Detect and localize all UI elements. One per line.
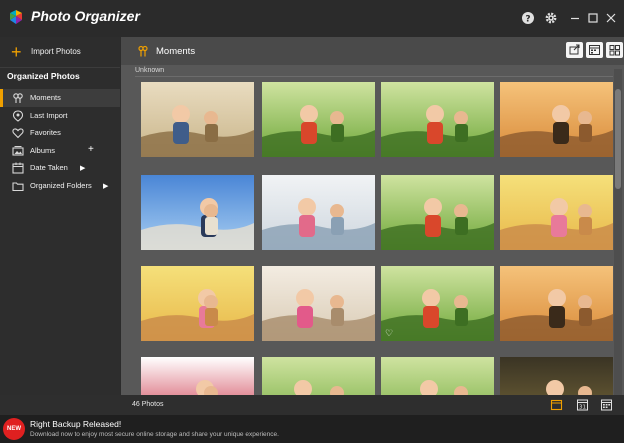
calendar-month-icon[interactable] (600, 398, 613, 411)
photo-thumbnail-father-son-bike[interactable] (500, 82, 613, 157)
scrollbar-thumb[interactable] (615, 89, 621, 189)
albums-icon (12, 145, 24, 157)
photo-thumbnail-group-with-flag[interactable] (141, 357, 254, 395)
sidebar-item-date-taken[interactable]: Date Taken ▶ (0, 159, 120, 177)
chevron-right-icon[interactable]: ▶ (80, 164, 85, 172)
calendar-view-icon[interactable] (586, 42, 603, 58)
sidebar-item-moments[interactable]: Moments (0, 89, 120, 107)
moments-view-icon[interactable] (550, 398, 563, 411)
status-bar: 46 Photos 31 (121, 395, 624, 415)
sidebar: + Import Photos Organized Photos Moments… (0, 37, 120, 395)
sidebar-item-label: Moments (30, 93, 61, 102)
photo-count: 46 Photos (132, 401, 164, 408)
photo-thumbnail-girl-balloons-pier[interactable] (262, 266, 375, 341)
sidebar-item-label: Date Taken (30, 163, 68, 172)
group-label: Unknown (135, 67, 165, 74)
export-icon[interactable] (566, 42, 583, 58)
photo-thumbnail-lake-sunset[interactable] (500, 266, 613, 341)
sidebar-item-label: Organized Folders (30, 180, 92, 190)
folder-icon (12, 180, 24, 192)
last-import-icon (12, 109, 24, 122)
divider (0, 67, 120, 68)
maximize-icon[interactable] (586, 11, 600, 25)
svg-text:31: 31 (579, 405, 586, 411)
photo-thumbnail-woman-in-field[interactable] (262, 357, 375, 395)
add-album-icon[interactable]: + (88, 144, 94, 155)
photo-thumbnail-girl-with-flag[interactable]: ♡ (381, 266, 494, 341)
photo-thumbnail-family-camping[interactable] (381, 82, 494, 157)
photo-organizer-window: Photo Organizer ? + Import Photos Organi… (0, 0, 624, 443)
promo-title: Right Backup Released! (30, 419, 122, 429)
moments-icon (138, 45, 148, 57)
moments-icon (12, 92, 24, 104)
photo-thumbnail-friends-selfie[interactable] (141, 175, 254, 250)
photo-thumbnail-kids-with-rake[interactable] (141, 82, 254, 157)
page-title: Moments (156, 46, 196, 57)
sidebar-item-organized-folders[interactable]: Organized Folders ▶ (0, 177, 120, 195)
divider (135, 76, 613, 77)
photo-thumbnail-girl-on-stairs[interactable] (262, 175, 375, 250)
gear-icon[interactable] (544, 11, 558, 25)
grid-view-icon[interactable] (606, 42, 623, 58)
favorite-heart-icon[interactable]: ♡ (385, 328, 393, 339)
new-badge: NEW (3, 418, 25, 440)
photo-thumbnail-mother-daughter-blossom[interactable] (500, 175, 613, 250)
photo-thumbnail-boy-in-grass[interactable] (262, 82, 375, 157)
photo-thumbnail-evening-forest[interactable] (500, 357, 613, 395)
import-photos-label: Import Photos (31, 47, 81, 56)
svg-text:?: ? (525, 15, 530, 25)
title-bar: Photo Organizer ? (0, 0, 624, 37)
app-logo-icon (10, 10, 22, 24)
calendar-icon (12, 162, 24, 174)
scrollbar[interactable] (614, 69, 622, 395)
calendar-day-icon[interactable]: 31 (576, 398, 589, 411)
sidebar-item-label: Favorites (30, 128, 61, 137)
main-content: Moments Unknown ♡ (121, 37, 624, 395)
photo-thumbnail-mother-daughter-flowers[interactable] (141, 266, 254, 341)
sidebar-nav: Moments Last Import Favorites Albums + D… (0, 89, 120, 194)
sidebar-item-albums[interactable]: Albums + (0, 142, 120, 160)
promo-subtitle: Download now to enjoy most secure online… (30, 431, 279, 438)
promo-banner[interactable]: NEW Right Backup Released! Download now … (0, 415, 624, 443)
plus-icon: + (11, 42, 22, 62)
import-photos-button[interactable]: + Import Photos (0, 41, 120, 65)
section-title: Organized Photos (7, 71, 80, 81)
content-header: Moments (121, 37, 624, 65)
sidebar-item-label: Last Import (30, 110, 68, 120)
photo-thumbnail-kids-playing-park[interactable] (381, 357, 494, 395)
sidebar-footer (0, 395, 121, 415)
sidebar-item-last-import[interactable]: Last Import (0, 107, 120, 125)
minimize-icon[interactable] (568, 11, 582, 25)
chevron-right-icon[interactable]: ▶ (103, 182, 108, 190)
sidebar-item-label: Albums (30, 145, 56, 155)
app-title: Photo Organizer (31, 8, 140, 24)
photo-thumbnail-boy-magnifier[interactable] (381, 175, 494, 250)
sidebar-item-favorites[interactable]: Favorites (0, 124, 120, 142)
help-icon[interactable]: ? (521, 11, 535, 25)
close-icon[interactable] (604, 11, 618, 25)
heart-icon (12, 127, 24, 139)
